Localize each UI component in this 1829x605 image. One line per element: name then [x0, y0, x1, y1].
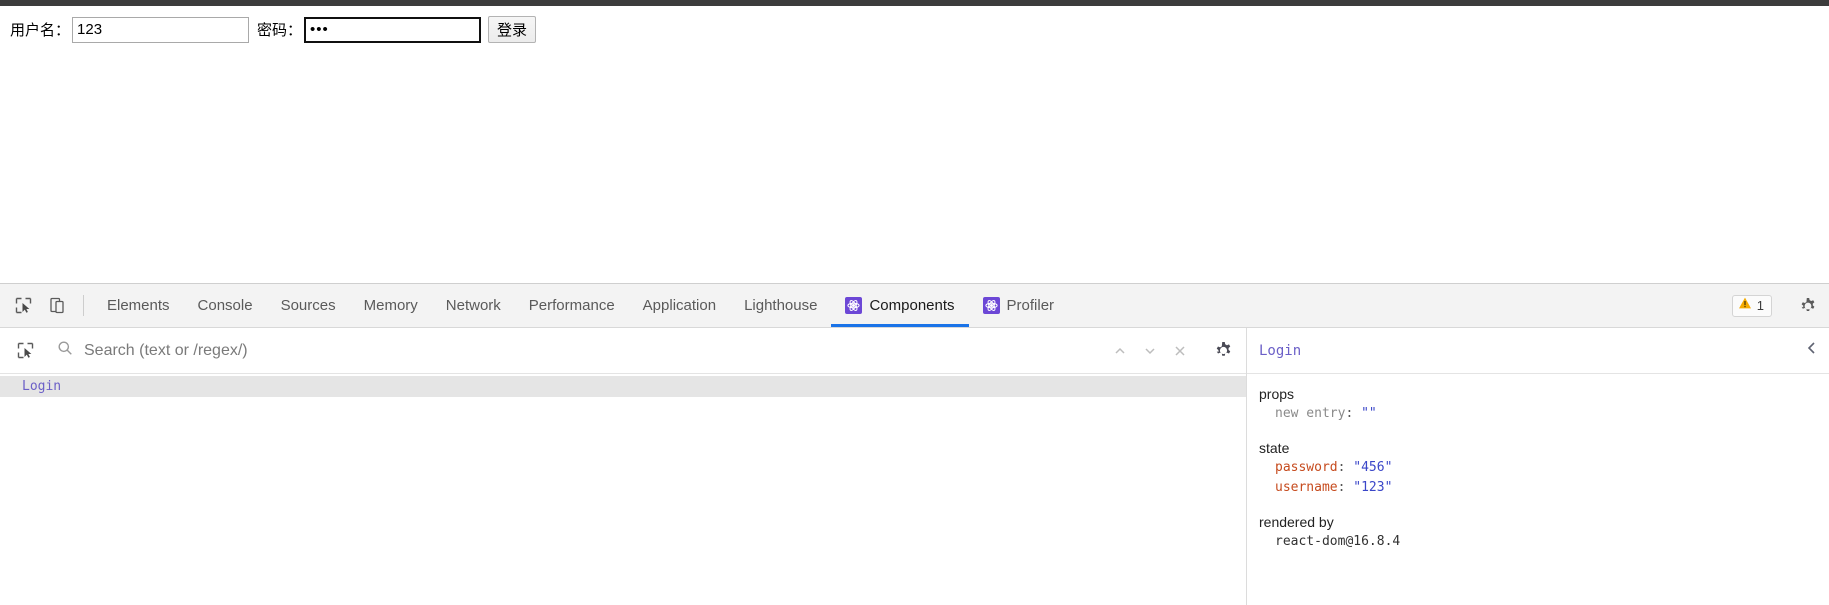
state-value: "456" [1353, 460, 1393, 475]
tab-label: Lighthouse [744, 297, 818, 314]
username-label: 用户名： [10, 21, 71, 39]
state-colon: : [1337, 460, 1346, 475]
section-title: state [1259, 440, 1290, 456]
tab-components[interactable]: Components [831, 284, 969, 327]
tab-label: Application [642, 297, 717, 314]
username-input[interactable] [72, 16, 250, 43]
chevron-up-icon[interactable] [1105, 336, 1135, 366]
chevron-down-icon[interactable] [1135, 336, 1165, 366]
component-detail-body: props new entry: "" state password: "456… [1247, 374, 1829, 605]
components-panel: Login Login props new entry: [0, 328, 1829, 605]
tab-label: Sources [280, 297, 336, 314]
devtools-tabstrip-right: 1 [1731, 284, 1829, 327]
state-section: state password: "456" username: "123" [1247, 438, 1829, 498]
login-form: 用户名： 密码： 登录 [10, 16, 537, 43]
section-title: props [1259, 386, 1295, 402]
password-label: 密码： [257, 21, 303, 39]
tab-elements[interactable]: Elements [93, 284, 184, 327]
tab-sources[interactable]: Sources [267, 284, 350, 327]
warning-count-badge[interactable]: 1 [1731, 294, 1772, 317]
component-tree-list: Login [0, 374, 1246, 605]
react-icon [845, 297, 863, 314]
chevron-left-icon[interactable] [1805, 341, 1819, 360]
renderer-version: react-dom@16.8.4 [1275, 534, 1401, 549]
prop-key: new entry [1275, 406, 1346, 421]
device-toolbar-icon[interactable] [40, 284, 74, 327]
tab-memory[interactable]: Memory [350, 284, 432, 327]
browser-chrome-strip [0, 0, 1829, 6]
selected-component-name: Login [1259, 342, 1302, 359]
toolbar-divider [83, 295, 84, 316]
tab-application[interactable]: Application [629, 284, 730, 327]
tab-lighthouse[interactable]: Lighthouse [730, 284, 831, 327]
select-component-icon[interactable] [10, 336, 40, 366]
close-icon[interactable] [1165, 336, 1195, 366]
prop-row[interactable]: new entry: "" [1259, 404, 1829, 424]
tree-item-login[interactable]: Login [0, 376, 1246, 397]
component-search-bar [0, 328, 1246, 374]
prop-colon: : [1345, 406, 1354, 421]
tab-label: Components [869, 297, 955, 314]
tab-label: Performance [528, 297, 615, 314]
devtools-panel: Elements Console Sources Memory Network … [0, 283, 1829, 605]
inspect-element-icon[interactable] [6, 284, 40, 327]
rendered-by-row: react-dom@16.8.4 [1259, 532, 1829, 552]
login-submit-button[interactable]: 登录 [488, 16, 537, 43]
gear-icon[interactable] [1208, 336, 1238, 366]
section-title: rendered by [1259, 514, 1334, 530]
tab-network[interactable]: Network [432, 284, 515, 327]
password-input[interactable] [304, 16, 482, 43]
state-colon: : [1337, 480, 1346, 495]
props-section: props new entry: "" [1247, 384, 1829, 424]
warning-count: 1 [1756, 298, 1764, 313]
tab-label: Network [445, 297, 501, 314]
warning-triangle-icon [1738, 296, 1752, 315]
component-detail-pane: Login props new entry: "" state password… [1247, 328, 1829, 605]
prop-value: "" [1361, 406, 1377, 421]
state-key: username [1275, 480, 1338, 495]
tab-profiler[interactable]: Profiler [969, 284, 1069, 327]
component-detail-header: Login [1247, 328, 1829, 374]
tab-label: Profiler [1006, 297, 1055, 314]
search-field-group [57, 340, 1092, 361]
component-tree-pane: Login [0, 328, 1247, 605]
rendered-by-section: rendered by react-dom@16.8.4 [1247, 512, 1829, 552]
state-key: password [1275, 460, 1338, 475]
search-icon [57, 340, 73, 361]
tab-performance[interactable]: Performance [515, 284, 629, 327]
web-page-content: 用户名： 密码： 登录 [0, 0, 1829, 283]
search-input[interactable] [82, 340, 1092, 361]
tab-label: Console [197, 297, 253, 314]
react-icon [982, 297, 1000, 314]
state-row[interactable]: password: "456" [1259, 458, 1829, 478]
state-value: "123" [1353, 480, 1393, 495]
tab-label: Elements [107, 297, 170, 314]
tab-label: Memory [363, 297, 418, 314]
state-row[interactable]: username: "123" [1259, 478, 1829, 498]
devtools-tabstrip: Elements Console Sources Memory Network … [0, 284, 1829, 328]
gear-icon[interactable] [1791, 297, 1825, 315]
tree-item-label: Login [22, 379, 62, 394]
tab-console[interactable]: Console [184, 284, 267, 327]
